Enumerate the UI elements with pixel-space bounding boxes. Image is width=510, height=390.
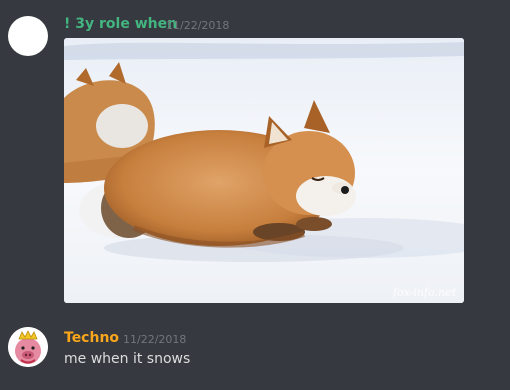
avatar[interactable] — [8, 327, 48, 367]
message-content: me when it snows — [64, 351, 191, 367]
image-attachment[interactable]: fox-info.net — [64, 38, 464, 303]
timestamp: 11/22/2018 — [166, 19, 230, 32]
timestamp: 11/22/2018 — [123, 333, 187, 346]
image-watermark: fox-info.net — [392, 286, 456, 299]
pig-with-crown-icon — [8, 327, 48, 367]
fox-snow-image — [64, 38, 464, 303]
avatar[interactable] — [8, 16, 48, 56]
author-name[interactable]: ! 3y role when — [64, 16, 177, 32]
author-name[interactable]: Techno — [64, 330, 119, 346]
